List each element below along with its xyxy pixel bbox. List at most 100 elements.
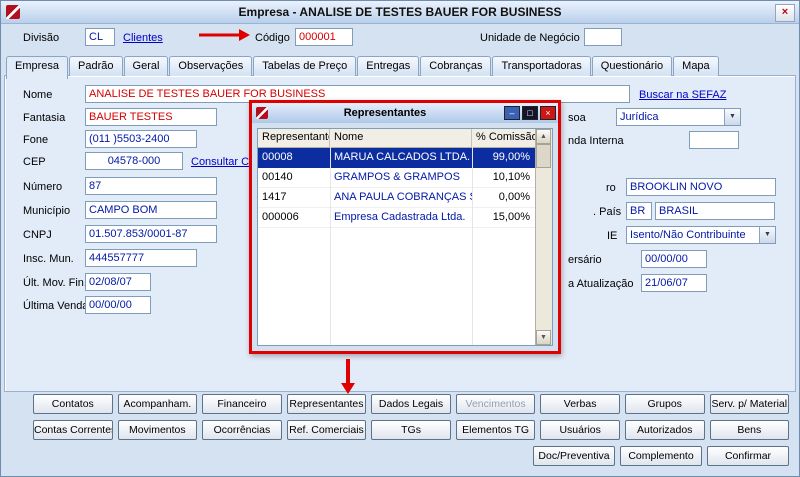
grid-vertical-scrollbar[interactable]: ▲ ▼ xyxy=(535,129,552,345)
grid-header: Representante Nome % Comissão xyxy=(258,129,536,148)
chevron-down-icon[interactable]: ▼ xyxy=(759,227,775,243)
aniversario-field[interactable] xyxy=(641,250,707,268)
scroll-down-icon[interactable]: ▼ xyxy=(536,330,551,345)
divisao-label: Divisão xyxy=(23,32,60,44)
acompanham-button[interactable]: Acompanham. xyxy=(117,394,198,414)
button-row-2: Contas Correntes Movimentos Ocorrências … xyxy=(33,420,790,440)
dados-legais-button[interactable]: Dados Legais xyxy=(371,394,451,414)
tab-observacoes[interactable]: Observações xyxy=(169,56,253,76)
rep-name: GRAMPOS & GRAMPOS xyxy=(334,171,460,183)
contatos-button[interactable]: Contatos xyxy=(33,394,113,414)
atualizacao-field[interactable] xyxy=(641,274,707,292)
chevron-down-icon[interactable]: ▼ xyxy=(724,109,740,125)
rep-code: 1417 xyxy=(262,191,287,203)
pessoa-label-fragment: soa xyxy=(568,112,586,124)
clientes-link[interactable]: Clientes xyxy=(123,32,163,44)
cep-field[interactable] xyxy=(85,152,183,170)
codigo-label: Código xyxy=(255,32,290,44)
ref-comerciais-button[interactable]: Ref. Comerciais xyxy=(286,420,367,440)
venda-interna-field[interactable] xyxy=(689,131,739,149)
fone-label: Fone xyxy=(23,134,49,146)
ultima-venda-field[interactable] xyxy=(85,296,151,314)
municipio-field[interactable] xyxy=(85,201,217,219)
representante-row[interactable]: 00140 GRAMPOS & GRAMPOS 10,10% xyxy=(258,168,536,188)
bairro-field[interactable] xyxy=(626,178,776,196)
ult-mov-fin-field[interactable] xyxy=(85,273,151,291)
venda-interna-label-fragment: nda Interna xyxy=(568,135,624,147)
rep-name: ANA PAULA COBRANÇAS S.A.- xyxy=(334,191,472,203)
grid-column-divider xyxy=(472,147,473,345)
buscar-sefaz-link[interactable]: Buscar na SEFAZ xyxy=(639,89,726,101)
ult-mov-fin-label: Últ. Mov. Fin. xyxy=(23,277,87,289)
elementos-tg-button[interactable]: Elementos TG xyxy=(455,420,536,440)
scroll-up-icon[interactable]: ▲ xyxy=(536,129,551,144)
title-bar[interactable]: Empresa - ANALISE DE TESTES BAUER FOR BU… xyxy=(1,1,799,24)
bens-button[interactable]: Bens xyxy=(709,420,790,440)
cnpj-field[interactable] xyxy=(85,225,217,243)
serv-material-button[interactable]: Serv. p/ Material xyxy=(709,394,790,414)
tab-geral[interactable]: Geral xyxy=(123,56,169,76)
window-title: Empresa - ANALISE DE TESTES BAUER FOR BU… xyxy=(238,5,562,19)
rep-commission: 99,00% xyxy=(492,151,530,163)
tab-entregas[interactable]: Entregas xyxy=(357,56,420,76)
fantasia-field[interactable] xyxy=(85,108,217,126)
popup-maximize-button[interactable]: □ xyxy=(522,106,538,120)
ultima-venda-label: Última Venda xyxy=(23,300,89,312)
financeiro-button[interactable]: Financeiro xyxy=(202,394,282,414)
verbas-button[interactable]: Verbas xyxy=(540,394,620,414)
cnpj-label: CNPJ xyxy=(23,229,52,241)
representante-row[interactable]: 1417 ANA PAULA COBRANÇAS S.A.- 0,00% xyxy=(258,188,536,208)
representante-row[interactable]: 000006 Empresa Cadastrada Ltda. 15,00% xyxy=(258,208,536,228)
representantes-button[interactable]: Representantes xyxy=(286,394,367,414)
usuarios-button[interactable]: Usuários xyxy=(540,420,620,440)
tab-cobrancas[interactable]: Cobranças xyxy=(420,56,492,76)
rep-code: 00008 xyxy=(262,151,293,163)
rep-commission: 15,00% xyxy=(492,211,530,223)
unidade-negocio-field[interactable] xyxy=(584,28,622,46)
confirmar-button[interactable]: Confirmar xyxy=(707,446,789,466)
codigo-field[interactable] xyxy=(295,28,353,46)
ocorrencias-button[interactable]: Ocorrências xyxy=(202,420,282,440)
popup-minimize-button[interactable]: – xyxy=(504,106,520,120)
column-header-representante[interactable]: Representante xyxy=(258,129,330,147)
ie-dropdown-value: Isento/Não Contribuinte xyxy=(630,229,746,241)
popup-title: Representantes xyxy=(343,107,427,119)
pais-code-field[interactable] xyxy=(626,202,652,220)
popup-close-button[interactable]: × xyxy=(540,106,556,120)
tab-bar: Empresa Padrão Geral Observações Tabelas… xyxy=(6,56,720,79)
button-row-3: Doc/Preventiva Complemento Confirmar xyxy=(533,446,789,466)
divisao-field[interactable] xyxy=(85,28,115,46)
pais-name-field[interactable] xyxy=(655,202,775,220)
tab-padrao[interactable]: Padrão xyxy=(69,56,123,76)
doc-preventiva-button[interactable]: Doc/Preventiva xyxy=(533,446,615,466)
tab-transportadoras[interactable]: Transportadoras xyxy=(492,56,591,76)
pessoa-dropdown-value: Jurídica xyxy=(620,111,659,123)
ie-dropdown[interactable]: Isento/Não Contribuinte ▼ xyxy=(626,226,776,244)
column-header-comissao[interactable]: % Comissão xyxy=(472,129,536,147)
tgs-button[interactable]: TGs xyxy=(371,420,451,440)
autorizados-button[interactable]: Autorizados xyxy=(624,420,705,440)
tab-tabelas-de-preco[interactable]: Tabelas de Preço xyxy=(253,56,357,76)
representante-row[interactable]: 00008 MARUA CALCADOS LTDA. 99,00% xyxy=(258,148,536,168)
movimentos-button[interactable]: Movimentos xyxy=(117,420,198,440)
window-close-button[interactable]: × xyxy=(775,4,795,22)
tab-empresa[interactable]: Empresa xyxy=(6,56,69,79)
representantes-popup-titlebar[interactable]: Representantes – □ × xyxy=(252,103,558,123)
bairro-label-fragment: ro xyxy=(606,182,616,194)
tab-mapa[interactable]: Mapa xyxy=(673,56,719,76)
numero-field[interactable] xyxy=(85,177,217,195)
fantasia-label: Fantasia xyxy=(23,112,66,124)
pais-label-fragment: . País xyxy=(593,206,622,218)
aniversario-label-fragment: ersário xyxy=(568,254,602,266)
insc-mun-field[interactable] xyxy=(85,249,197,267)
nome-label: Nome xyxy=(23,89,53,101)
tab-questionario[interactable]: Questionário xyxy=(591,56,673,76)
pessoa-dropdown[interactable]: Jurídica ▼ xyxy=(616,108,741,126)
column-header-nome[interactable]: Nome xyxy=(330,129,472,147)
scrollbar-thumb[interactable] xyxy=(536,144,551,168)
complemento-button[interactable]: Complemento xyxy=(620,446,702,466)
grupos-button[interactable]: Grupos xyxy=(624,394,705,414)
contas-correntes-button[interactable]: Contas Correntes xyxy=(33,420,113,440)
fone-field[interactable] xyxy=(85,130,197,148)
annotation-arrow-representantes xyxy=(341,359,355,394)
